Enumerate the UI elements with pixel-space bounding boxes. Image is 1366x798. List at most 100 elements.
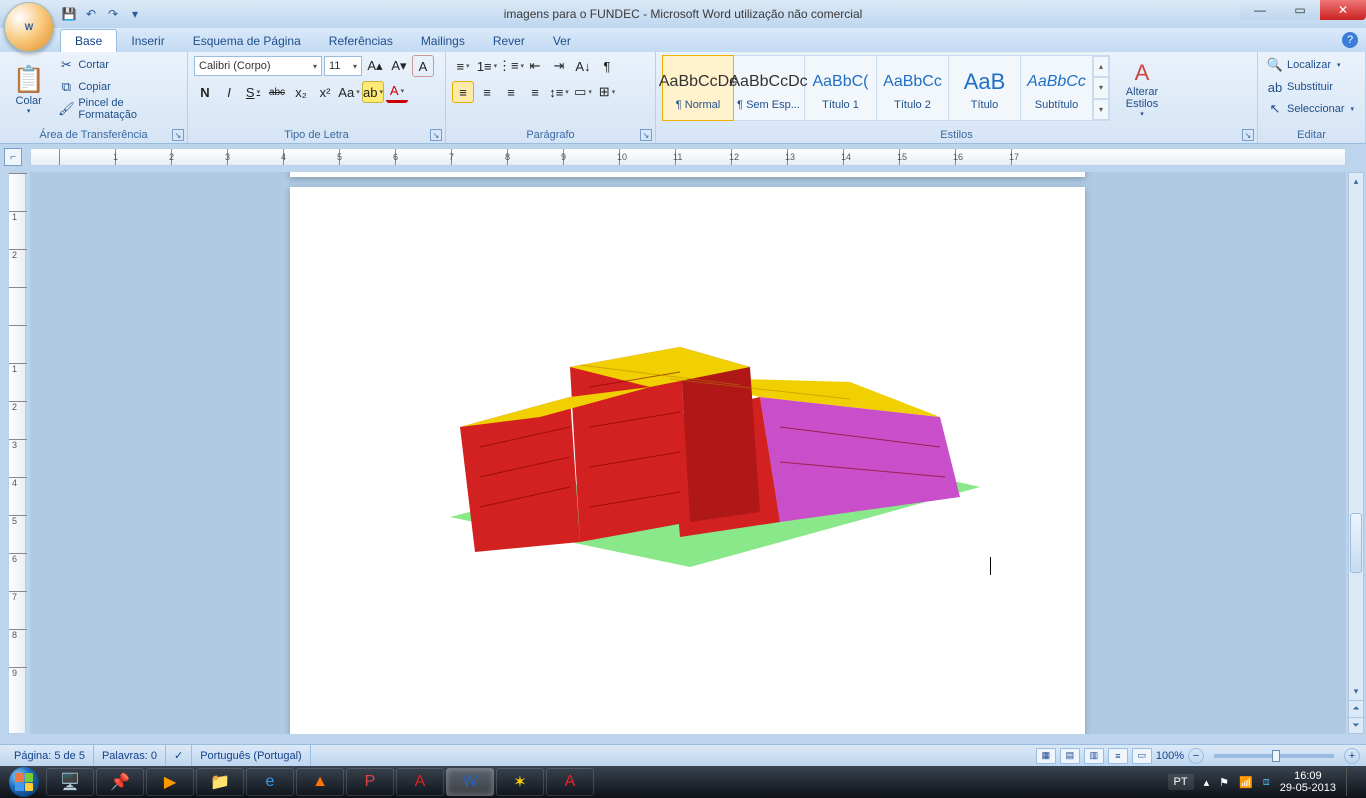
style-normal[interactable]: AaBbCcDc¶ Normal — [662, 55, 734, 121]
taskbar-item-explorer[interactable]: 📁 — [196, 768, 244, 796]
close-button[interactable]: ✕ — [1320, 0, 1366, 20]
decrease-indent-button[interactable]: ⇤ — [524, 55, 546, 77]
replace-button[interactable]: abSubstituir — [1264, 77, 1357, 97]
taskbar-item-powerpoint[interactable]: P — [346, 768, 394, 796]
multilevel-list-button[interactable]: ⋮≡ — [500, 55, 522, 77]
qat-save-icon[interactable]: 💾 — [60, 5, 78, 23]
status-page[interactable]: Página: 5 de 5 — [6, 745, 94, 766]
italic-button[interactable]: I — [218, 81, 240, 103]
maximize-button[interactable]: ▭ — [1280, 0, 1320, 20]
view-web-layout[interactable]: ▥ — [1084, 748, 1104, 764]
taskbar-item-matlab[interactable]: ▲ — [296, 768, 344, 796]
horizontal-ruler[interactable]: 3211234567891011121314151617 — [30, 148, 1346, 166]
embedded-image-3d-building[interactable] — [420, 287, 980, 577]
status-proofing[interactable]: ✓ — [166, 745, 192, 766]
shrink-font-button[interactable]: A▾ — [388, 55, 410, 77]
tray-dropbox-icon[interactable]: ⧈ — [1263, 776, 1270, 789]
taskbar-item-app[interactable]: ✶ — [496, 768, 544, 796]
change-styles-button[interactable]: A Alterar Estilos▾ — [1114, 55, 1170, 123]
start-button[interactable] — [4, 766, 44, 798]
tray-network-icon[interactable]: 📶 — [1239, 776, 1253, 789]
tray-clock[interactable]: 16:09 29-05-2013 — [1280, 770, 1336, 794]
tab-inserir[interactable]: Inserir — [117, 30, 178, 52]
tab-referencias[interactable]: Referências — [315, 30, 407, 52]
view-draft[interactable]: ▭ — [1132, 748, 1152, 764]
scroll-down-arrow[interactable]: ▾ — [1349, 683, 1363, 699]
style-heading2[interactable]: AaBbCcTítulo 2 — [877, 56, 949, 120]
page-current[interactable] — [290, 187, 1085, 734]
align-right-button[interactable]: ≡ — [500, 81, 522, 103]
scroll-up-arrow[interactable]: ▴ — [1349, 173, 1363, 189]
taskbar-item-adobe[interactable]: A — [546, 768, 594, 796]
style-no-spacing[interactable]: AaBbCcDc¶ Sem Esp... — [733, 56, 805, 120]
find-button[interactable]: 🔍Localizar▾ — [1264, 55, 1357, 75]
cut-button[interactable]: ✂Cortar — [55, 55, 181, 75]
styles-dialog-launcher[interactable]: ↘ — [1242, 129, 1254, 141]
zoom-out-button[interactable]: − — [1188, 748, 1204, 764]
styles-row-down[interactable]: ▾ — [1093, 77, 1109, 98]
justify-button[interactable]: ≡ — [524, 81, 546, 103]
tab-ver[interactable]: Ver — [539, 30, 585, 52]
tab-mailings[interactable]: Mailings — [407, 30, 479, 52]
taskbar-item-system[interactable]: 🖥️ — [46, 768, 94, 796]
taskbar-item-pin[interactable]: 📌 — [96, 768, 144, 796]
tray-show-hidden-icon[interactable]: ▴ — [1204, 776, 1210, 789]
browse-prev-button[interactable]: ⏶ — [1349, 700, 1363, 716]
strikethrough-button[interactable]: abc — [266, 81, 288, 103]
font-name-combo[interactable]: Calibri (Corpo)▾ — [194, 56, 322, 76]
show-desktop-button[interactable] — [1346, 768, 1354, 796]
tray-language[interactable]: PT — [1168, 774, 1194, 790]
document-scroll-area[interactable] — [30, 172, 1346, 734]
tab-rever[interactable]: Rever — [479, 30, 539, 52]
tab-selector[interactable]: ⌐ — [4, 148, 22, 166]
highlight-button[interactable]: ab — [362, 81, 384, 103]
increase-indent-button[interactable]: ⇥ — [548, 55, 570, 77]
change-case-button[interactable]: Aa — [338, 81, 360, 103]
numbering-button[interactable]: 1≡ — [476, 55, 498, 77]
tab-esquema[interactable]: Esquema de Página — [179, 30, 315, 52]
view-print-layout[interactable]: ▦ — [1036, 748, 1056, 764]
bold-button[interactable]: N — [194, 81, 216, 103]
zoom-value[interactable]: 100% — [1156, 750, 1184, 762]
tray-flag-icon[interactable]: ⚑ — [1219, 776, 1229, 789]
paragraph-dialog-launcher[interactable]: ↘ — [640, 129, 652, 141]
qat-undo-icon[interactable]: ↶ — [82, 5, 100, 23]
paste-button[interactable]: 📋 Colar ▾ — [6, 55, 51, 123]
line-spacing-button[interactable]: ↕≡ — [548, 81, 570, 103]
font-size-combo[interactable]: 11▾ — [324, 56, 362, 76]
style-title[interactable]: AaBTítulo — [949, 56, 1021, 120]
shading-button[interactable]: ▭ — [572, 81, 594, 103]
align-left-button[interactable]: ≡ — [452, 81, 474, 103]
help-button[interactable]: ? — [1342, 32, 1358, 48]
borders-button[interactable]: ⊞ — [596, 81, 618, 103]
show-marks-button[interactable]: ¶ — [596, 55, 618, 77]
style-heading1[interactable]: AaBbC(Título 1 — [805, 56, 877, 120]
status-language[interactable]: Português (Portugal) — [192, 745, 311, 766]
copy-button[interactable]: ⧉Copiar — [55, 77, 181, 97]
underline-button[interactable]: S — [242, 81, 264, 103]
style-subtitle[interactable]: AaBbCcSubtítulo — [1021, 56, 1093, 120]
scroll-thumb[interactable] — [1350, 513, 1362, 573]
subscript-button[interactable]: x₂ — [290, 81, 312, 103]
grow-font-button[interactable]: A▴ — [364, 55, 386, 77]
zoom-slider-knob[interactable] — [1272, 750, 1280, 762]
qat-customize-icon[interactable]: ▾ — [126, 5, 144, 23]
tab-base[interactable]: Base — [60, 29, 117, 52]
bullets-button[interactable]: ≡ — [452, 55, 474, 77]
sort-button[interactable]: A↓ — [572, 55, 594, 77]
clear-formatting-button[interactable]: A — [412, 55, 434, 77]
font-dialog-launcher[interactable]: ↘ — [430, 129, 442, 141]
zoom-slider[interactable] — [1214, 754, 1334, 758]
minimize-button[interactable]: — — [1240, 0, 1280, 20]
styles-gallery[interactable]: AaBbCcDc¶ Normal AaBbCcDc¶ Sem Esp... Aa… — [662, 55, 1110, 121]
select-button[interactable]: ↖Seleccionar▾ — [1264, 99, 1357, 119]
superscript-button[interactable]: x² — [314, 81, 336, 103]
zoom-in-button[interactable]: + — [1344, 748, 1360, 764]
page-previous[interactable] — [290, 172, 1085, 177]
status-words[interactable]: Palavras: 0 — [94, 745, 166, 766]
qat-redo-icon[interactable]: ↷ — [104, 5, 122, 23]
taskbar-item-word[interactable]: W — [446, 768, 494, 796]
taskbar-item-ie[interactable]: e — [246, 768, 294, 796]
styles-row-up[interactable]: ▴ — [1093, 56, 1109, 77]
format-painter-button[interactable]: 🖌Pincel de Formatação — [55, 99, 181, 119]
